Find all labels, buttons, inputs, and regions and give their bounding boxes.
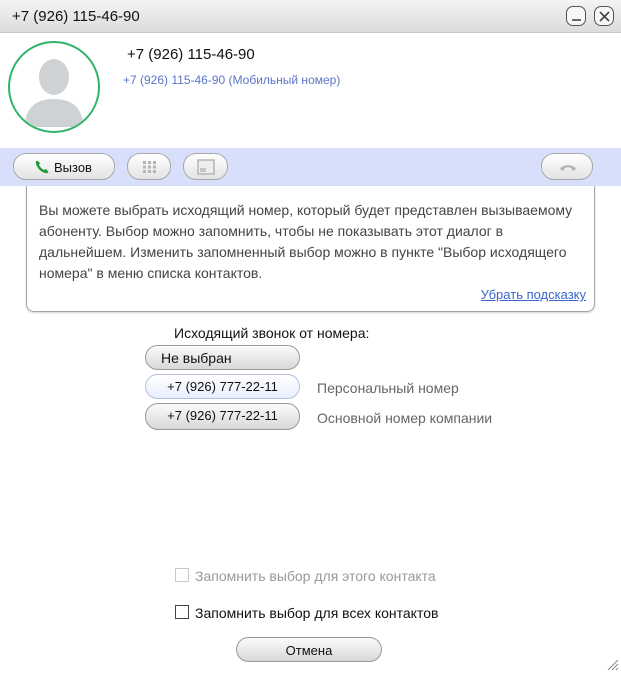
keypad-icon <box>143 161 156 173</box>
cancel-button[interactable]: Отмена <box>236 637 382 662</box>
remember-all-contacts-label: Запомнить выбор для всех контактов <box>195 605 439 621</box>
remember-this-contact-label: Запомнить выбор для этого контакта <box>195 568 436 584</box>
personal-number: +7 (926) 777-22-11 <box>167 379 278 394</box>
company-number-button[interactable]: +7 (926) 777-22-11 <box>145 403 300 430</box>
not-selected-button[interactable]: Не выбран <box>145 345 300 370</box>
window-title: +7 (926) 115-46-90 <box>12 8 140 25</box>
call-button[interactable]: Вызов <box>13 153 115 180</box>
call-label: Вызов <box>54 160 92 175</box>
dismiss-hint-link[interactable]: Убрать подсказку <box>481 287 586 302</box>
remember-this-contact-checkbox[interactable] <box>175 568 189 582</box>
contact-name: +7 (926) 115-46-90 <box>127 46 255 63</box>
remember-all-contacts-checkbox[interactable] <box>175 605 189 619</box>
window-button[interactable] <box>183 153 228 180</box>
contact-subtitle: +7 (926) 115-46-90 (Мобильный номер) <box>123 73 341 87</box>
company-number-description: Основной номер компании <box>317 410 493 426</box>
cancel-label: Отмена <box>285 643 333 658</box>
minimize-icon <box>572 19 581 21</box>
outgoing-label: Исходящий звонок от номера: <box>174 325 370 341</box>
hint-text: Вы можете выбрать исходящий номер, котор… <box>39 202 573 281</box>
personal-number-description: Персональный номер <box>317 380 459 396</box>
close-button[interactable] <box>594 6 614 26</box>
not-selected-label: Не выбран <box>161 350 232 366</box>
phone-icon <box>35 160 49 174</box>
person-silhouette-icon <box>24 59 84 127</box>
minimize-button[interactable] <box>566 6 586 26</box>
hangup-button[interactable] <box>541 153 593 180</box>
hangup-icon <box>560 165 576 171</box>
keypad-button[interactable] <box>127 153 171 180</box>
avatar <box>8 41 100 133</box>
resize-grip-icon[interactable] <box>605 657 619 671</box>
company-number: +7 (926) 777-22-11 <box>167 408 278 423</box>
close-icon <box>599 11 610 22</box>
personal-number-button[interactable]: +7 (926) 777-22-11 <box>145 374 300 399</box>
window-icon <box>197 159 215 175</box>
